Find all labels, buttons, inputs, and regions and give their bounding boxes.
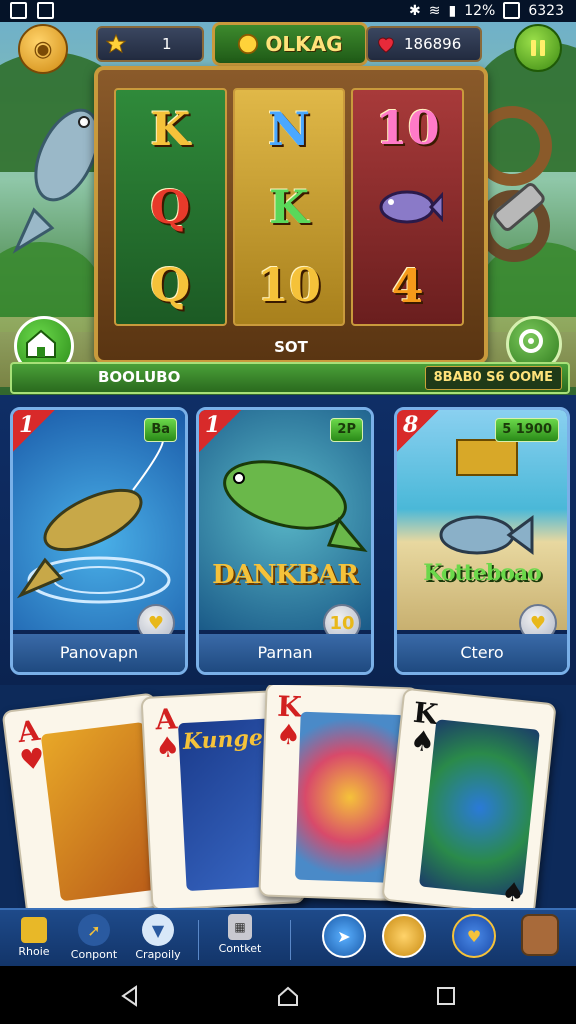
- game-card-1-badge: Ba: [144, 418, 177, 442]
- pause-button[interactable]: [514, 24, 562, 72]
- star-icon: [104, 32, 128, 56]
- game-card-2-logo: DANKBAR: [212, 560, 359, 590]
- back-icon[interactable]: [118, 984, 142, 1008]
- reel-1: K Q Q: [114, 88, 227, 326]
- reel-3-symbol-1: 10: [375, 101, 440, 156]
- nav-item-label: Crapoily: [135, 948, 181, 961]
- gallery-icon: [10, 2, 27, 19]
- reel-1-symbol-3: Q: [150, 258, 191, 312]
- hearts-value: 186896: [404, 35, 462, 53]
- coin-icon: [382, 914, 426, 958]
- stars-counter: 1: [96, 26, 204, 62]
- game-card-3-badge: 5 1900: [495, 418, 559, 442]
- reel-1-symbol-2: Q: [150, 180, 191, 234]
- info-bar-right-text: 8BAB0 S6 OOME: [424, 366, 562, 390]
- home-icon: [26, 329, 56, 358]
- coin-icon: [238, 33, 259, 55]
- chest-icon: [21, 917, 47, 943]
- nav-item-label: Rhoie: [18, 945, 50, 958]
- wifi-icon: ≋: [428, 2, 441, 19]
- bag-icon: [521, 914, 559, 956]
- shell-icon: ◉: [33, 36, 53, 62]
- cup-icon: ▼: [142, 914, 174, 946]
- nav-item-label: Conpont: [70, 948, 118, 961]
- slot-label: SOT: [274, 338, 308, 356]
- nav-item-contket[interactable]: ▦ Contket: [208, 914, 272, 955]
- fishing-rod-icon: ➚: [78, 914, 110, 946]
- heart-badge-icon: ♥: [452, 914, 496, 958]
- heart-icon: ♥: [147, 612, 165, 634]
- stars-value: 1: [162, 35, 172, 53]
- playing-card-4-art: [418, 719, 540, 898]
- nav-item-conpont[interactable]: ➚ Conpont: [62, 914, 126, 961]
- clock: 6323: [528, 2, 564, 19]
- shell-button[interactable]: ◉: [18, 24, 68, 74]
- home-nav-icon[interactable]: [276, 984, 300, 1008]
- reel-2: N K 10: [232, 88, 346, 326]
- nav-coin-button[interactable]: [372, 914, 436, 960]
- nav-bag-button[interactable]: [508, 914, 572, 958]
- reel-3: 10 4: [351, 88, 465, 326]
- nav-heart-badge-button[interactable]: ♥: [442, 914, 506, 960]
- game-card-2-badge: 2P: [330, 418, 363, 442]
- nav-item-label: Contket: [218, 942, 262, 955]
- game-card-1-rank: 1: [13, 410, 55, 452]
- game-card-2[interactable]: 1 2P DANKBAR 10 Parnan: [196, 407, 374, 675]
- system-nav-bar: [0, 966, 576, 1024]
- reel-3-symbol-3: 4: [391, 258, 424, 313]
- spade-icon: ♠: [499, 876, 527, 910]
- recents-icon[interactable]: [434, 984, 458, 1008]
- playing-card-4[interactable]: K ♠ ♠: [381, 687, 557, 910]
- game-card-1-name: Panovapn: [13, 634, 185, 672]
- notification-icon: [37, 2, 54, 19]
- game-card-3-rank: 8: [397, 410, 439, 452]
- game-card-3-name: Ctero: [397, 634, 567, 672]
- reel-2-symbol-3: 10: [257, 258, 322, 312]
- game-card-2-heart-value: 10: [329, 612, 355, 634]
- info-bar: BOOLUBO 8BAB0 S6 OOME: [10, 362, 570, 394]
- status-bar: ✱ ≋ ▮ 12% 6323: [0, 0, 576, 22]
- calculator-icon: ▦: [228, 914, 252, 940]
- signal-icon: ▮: [448, 2, 457, 19]
- hearts-counter: 186896: [366, 26, 482, 62]
- nav-item-rhoie[interactable]: Rhoie: [2, 914, 66, 958]
- slot-machine: K Q Q N K 10 10 4 SOT: [94, 66, 488, 364]
- info-bar-left-text: BOOLUBO: [98, 368, 181, 386]
- game-card-2-name: Parnan: [199, 634, 371, 672]
- game-card-1[interactable]: 1 Ba ♥ Panovapn: [10, 407, 188, 675]
- game-card-2-rank: 1: [199, 410, 241, 452]
- reel-2-symbol-2: K: [269, 180, 309, 234]
- playing-card-3-corner: K ♠: [275, 689, 303, 752]
- nav-compass-button[interactable]: ➤: [312, 914, 376, 960]
- playing-card-fan: A ♥ A ♠ Kunge K ♠ K ♠ ♠: [0, 685, 576, 910]
- game-cards-area: 1 Ba ♥ Panovapn 1 2P DANKBAR 10 Parnan 8: [0, 395, 576, 685]
- game-title: OLKAG: [265, 32, 343, 56]
- fish-decoration-icon: [12, 108, 100, 254]
- gear-icon: [519, 329, 543, 353]
- heart-icon: ♥: [529, 612, 547, 634]
- compass-icon: ➤: [322, 914, 366, 958]
- battery-level: 12%: [464, 2, 496, 19]
- game-title-plate: OLKAG: [212, 22, 368, 66]
- fish-symbol-icon: [379, 190, 443, 224]
- game-card-3[interactable]: 8 5 1900 Kotteboao ♥ Ctero: [394, 407, 570, 675]
- game-card-3-logo: Kotteboao: [423, 560, 542, 586]
- bluetooth-icon: ✱: [409, 2, 421, 19]
- battery-icon: [503, 2, 521, 19]
- heart-icon: [374, 32, 398, 56]
- nav-item-crapoily[interactable]: ▼ Crapoily: [126, 914, 190, 961]
- bottom-nav: Rhoie ➚ Conpont ▼ Crapoily ▦ Contket ➤ ♥: [0, 908, 576, 968]
- reel-2-symbol-1: N: [267, 102, 311, 156]
- reel-1-symbol-1: K: [150, 102, 191, 156]
- playing-card-2-corner: A ♠: [154, 702, 182, 765]
